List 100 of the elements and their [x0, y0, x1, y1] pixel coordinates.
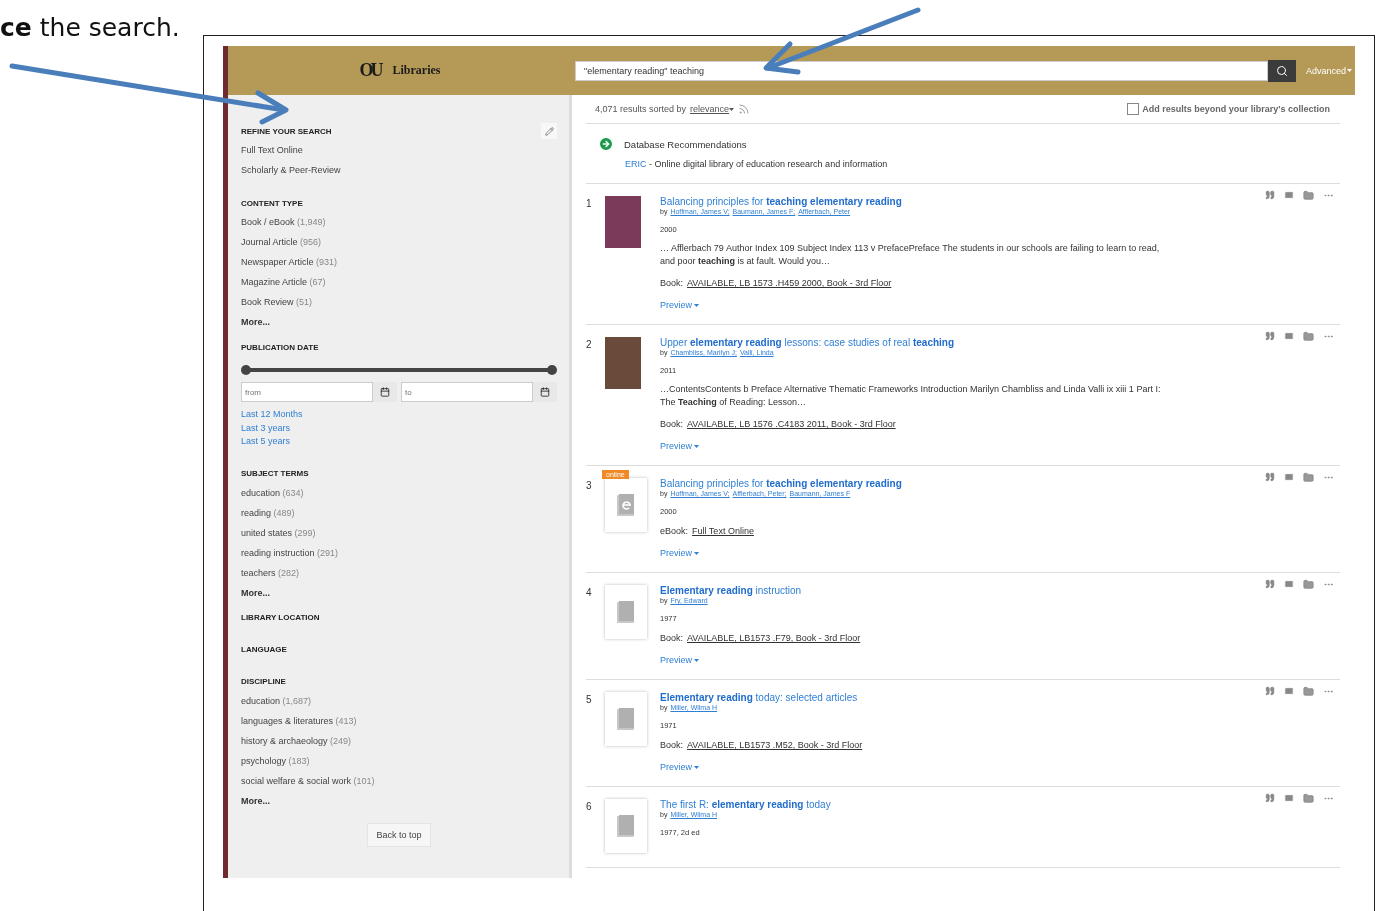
- date-range-slider[interactable]: [241, 365, 557, 375]
- rss-icon[interactable]: [738, 103, 751, 115]
- section-heading[interactable]: CONTENT TYPE: [241, 198, 303, 208]
- facet-item[interactable]: Newspaper Article (931): [241, 252, 338, 272]
- mail-icon[interactable]: [1284, 793, 1294, 803]
- mail-icon[interactable]: [1284, 579, 1294, 589]
- folder-plus-icon[interactable]: [1303, 472, 1314, 483]
- facet-item[interactable]: teachers (282): [241, 562, 300, 583]
- caret-icon: [694, 444, 699, 448]
- search-button[interactable]: [1267, 59, 1296, 82]
- search-field[interactable]: "elementary reading" teaching: [575, 60, 1268, 81]
- availability-link[interactable]: AVAILABLE, LB1573 .F79, Book - 3rd Floor: [687, 633, 861, 643]
- facet-item[interactable]: reading instruction (291): [241, 542, 339, 563]
- slider-handle[interactable]: [241, 365, 251, 375]
- quote-icon[interactable]: [1265, 331, 1275, 341]
- more-link[interactable]: More...: [241, 790, 270, 811]
- edit-button[interactable]: [541, 123, 557, 139]
- result-title[interactable]: Balancing principles for teaching elementary reading: [660, 196, 902, 207]
- result-number: 1: [586, 197, 593, 211]
- refine-filter[interactable]: Scholarly & Peer-Review: [241, 160, 341, 180]
- book-cover-photo: [605, 196, 641, 248]
- add-results-checkbox[interactable]: Add results beyond your library's collection: [1127, 103, 1330, 115]
- availability-link[interactable]: AVAILABLE, LB 1576 .C4183 2011, Book - 3rd Floor: [687, 419, 896, 429]
- quote-icon[interactable]: [1265, 579, 1275, 589]
- preview-link[interactable]: Preview: [660, 300, 699, 310]
- facet-item[interactable]: Magazine Article (67): [241, 272, 326, 292]
- folder-plus-icon[interactable]: [1303, 686, 1314, 697]
- facet-item[interactable]: psychology (183): [241, 750, 310, 771]
- database-link[interactable]: ERIC: [625, 159, 647, 169]
- availability-link[interactable]: Full Text Online: [692, 526, 754, 536]
- result-title[interactable]: The first R: elementary reading today: [660, 799, 831, 810]
- calendar-icon: [380, 387, 390, 397]
- checkbox[interactable]: [1127, 103, 1140, 115]
- facet-item[interactable]: history & archaeology (249): [241, 730, 352, 751]
- arrow-right-icon: [598, 136, 614, 152]
- facet-item[interactable]: education (634): [241, 482, 304, 503]
- folder-plus-icon[interactable]: [1303, 190, 1314, 201]
- section-heading[interactable]: LIBRARY LOCATION: [241, 613, 320, 622]
- sort-dropdown[interactable]: relevance: [690, 104, 735, 114]
- more-link[interactable]: More...: [241, 582, 270, 603]
- ebook-icon: [616, 493, 636, 517]
- recommendations-title: Database Recommendations: [624, 138, 747, 150]
- result-title[interactable]: Elementary reading instruction: [660, 585, 802, 596]
- preview-link[interactable]: Preview: [660, 441, 699, 451]
- book-icon: [616, 814, 636, 838]
- caret-icon: [729, 107, 735, 111]
- facet-item[interactable]: social welfare & social work (101): [241, 770, 375, 791]
- date-range-link[interactable]: Last 12 Months: [241, 408, 303, 422]
- facet-item[interactable]: united states (299): [241, 522, 316, 543]
- facet-item[interactable]: Book Review (51): [241, 292, 313, 312]
- availability-link[interactable]: AVAILABLE, LB 1573 .H459 2000, Book - 3rd Floor: [687, 278, 892, 288]
- facet-item[interactable]: education (1,687): [241, 690, 312, 711]
- mail-icon[interactable]: [1284, 190, 1294, 200]
- section-heading[interactable]: SUBJECT TERMS: [241, 469, 309, 478]
- folder-plus-icon[interactable]: [1303, 331, 1314, 342]
- result-title[interactable]: Balancing principles for teaching elementary reading: [660, 478, 902, 489]
- result-number: 5: [586, 693, 593, 707]
- result-number: 3: [586, 479, 593, 493]
- from-date-field[interactable]: from: [241, 382, 373, 402]
- preview-link[interactable]: Preview: [660, 548, 699, 558]
- book-icon: [616, 707, 636, 731]
- quote-icon[interactable]: [1265, 686, 1275, 696]
- facet-item[interactable]: reading (489): [241, 502, 295, 523]
- slider-handle[interactable]: [547, 365, 557, 375]
- result-title[interactable]: Upper elementary reading lessons: case studies of real teaching: [660, 337, 955, 348]
- facet-item[interactable]: languages & literatures (413): [241, 710, 357, 731]
- date-range-link[interactable]: Last 5 years: [241, 435, 291, 449]
- format-label: Book:: [660, 278, 683, 288]
- quote-icon[interactable]: [1265, 190, 1275, 200]
- facet-item[interactable]: Journal Article (956): [241, 232, 322, 252]
- mail-icon[interactable]: [1284, 331, 1294, 341]
- document-text: ce the search.: [0, 13, 181, 42]
- mail-icon[interactable]: [1284, 472, 1294, 482]
- section-heading[interactable]: LANGUAGE: [241, 645, 287, 654]
- quote-icon[interactable]: [1265, 793, 1275, 803]
- section-heading[interactable]: DISCIPLINE: [241, 677, 286, 686]
- result-snippet: … Afflerbach 79 Author Index 109 Subject Index 113 v PrefacePreface The students in our schools are failing to learn to read, and poor teaching is at fault. Would you…: [660, 242, 1161, 268]
- format-label: eBook:: [660, 526, 689, 536]
- calendar-button[interactable]: [533, 382, 557, 402]
- availability-link[interactable]: AVAILABLE, LB1573 .M52, Book - 3rd Floor: [687, 740, 863, 750]
- calendar-button[interactable]: [373, 382, 397, 402]
- folder-plus-icon[interactable]: [1303, 579, 1314, 590]
- preview-link[interactable]: Preview: [660, 655, 699, 665]
- facet-item[interactable]: Book / eBook (1,949): [241, 212, 326, 232]
- folder-plus-icon[interactable]: [1303, 793, 1314, 804]
- refine-filter[interactable]: Full Text Online: [241, 140, 303, 160]
- caret-icon: [694, 765, 699, 769]
- section-heading: PUBLICATION DATE: [241, 342, 319, 352]
- mail-icon[interactable]: [1284, 686, 1294, 696]
- quote-icon[interactable]: [1265, 472, 1275, 482]
- format-label: Book:: [660, 419, 683, 429]
- recommendation-text: ERIC - Online digital library of education research and information: [625, 159, 889, 169]
- preview-link[interactable]: Preview: [660, 762, 699, 772]
- date-range-link[interactable]: Last 3 years: [241, 421, 291, 435]
- back-to-top-button[interactable]: Back to top: [367, 822, 431, 847]
- pencil-icon: [544, 126, 554, 136]
- result-title[interactable]: Elementary reading today: selected articles: [660, 692, 858, 703]
- to-date-field[interactable]: to: [401, 382, 533, 402]
- caret-icon: [694, 303, 699, 307]
- more-link[interactable]: More...: [241, 312, 270, 332]
